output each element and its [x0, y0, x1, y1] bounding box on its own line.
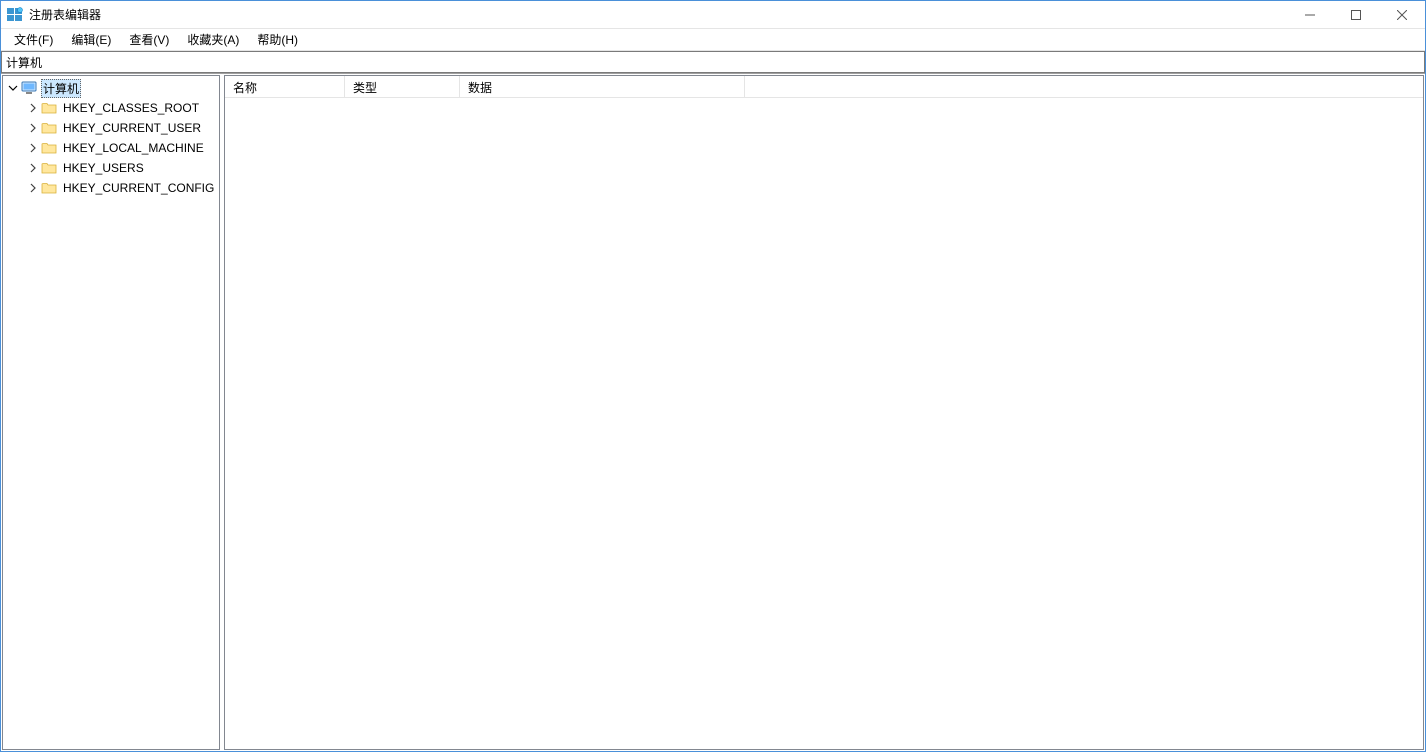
main-area: 计算机 HKEY_CLASSES_ROOT HKEY_CURRENT_USER: [1, 73, 1425, 751]
tree-hive-label: HKEY_USERS: [61, 160, 146, 176]
list-pane: 名称 类型 数据: [224, 75, 1424, 750]
window-title: 注册表编辑器: [29, 6, 101, 23]
menu-edit[interactable]: 编辑(E): [62, 29, 120, 50]
tree-root-computer[interactable]: 计算机: [3, 78, 219, 98]
folder-icon: [41, 141, 57, 155]
tree-hive-hkcc[interactable]: HKEY_CURRENT_CONFIG: [3, 178, 219, 198]
menubar: 文件(F) 编辑(E) 查看(V) 收藏夹(A) 帮助(H): [1, 29, 1425, 51]
maximize-button[interactable]: [1333, 1, 1379, 28]
folder-icon: [41, 181, 57, 195]
tree-pane[interactable]: 计算机 HKEY_CLASSES_ROOT HKEY_CURRENT_USER: [2, 75, 220, 750]
tree-hive-hku[interactable]: HKEY_USERS: [3, 158, 219, 178]
tree-hive-label: HKEY_CLASSES_ROOT: [61, 100, 201, 116]
app-icon: [7, 7, 23, 23]
menu-view[interactable]: 查看(V): [120, 29, 178, 50]
chevron-right-icon[interactable]: [27, 182, 39, 194]
list-header: 名称 类型 数据: [225, 76, 1423, 98]
menu-file[interactable]: 文件(F): [5, 29, 62, 50]
chevron-right-icon[interactable]: [27, 122, 39, 134]
address-bar[interactable]: 计算机: [1, 51, 1425, 73]
column-header-type[interactable]: 类型: [345, 76, 460, 97]
computer-icon: [21, 81, 37, 95]
tree-hive-label: HKEY_CURRENT_CONFIG: [61, 180, 216, 196]
tree-hive-label: HKEY_CURRENT_USER: [61, 120, 203, 136]
window-controls: [1287, 1, 1425, 28]
address-path: 计算机: [6, 54, 42, 71]
titlebar: 注册表编辑器: [1, 1, 1425, 29]
menu-favorites[interactable]: 收藏夹(A): [178, 29, 248, 50]
column-header-data[interactable]: 数据: [460, 76, 745, 97]
folder-icon: [41, 121, 57, 135]
chevron-right-icon[interactable]: [27, 142, 39, 154]
tree-hive-hkcu[interactable]: HKEY_CURRENT_USER: [3, 118, 219, 138]
list-body[interactable]: [225, 98, 1423, 749]
column-header-name[interactable]: 名称: [225, 76, 345, 97]
chevron-right-icon[interactable]: [27, 162, 39, 174]
folder-icon: [41, 161, 57, 175]
minimize-button[interactable]: [1287, 1, 1333, 28]
close-button[interactable]: [1379, 1, 1425, 28]
menu-help[interactable]: 帮助(H): [248, 29, 307, 50]
tree-hive-hkcr[interactable]: HKEY_CLASSES_ROOT: [3, 98, 219, 118]
titlebar-left: 注册表编辑器: [1, 6, 101, 23]
folder-icon: [41, 101, 57, 115]
tree-hive-hklm[interactable]: HKEY_LOCAL_MACHINE: [3, 138, 219, 158]
tree-root-label: 计算机: [41, 79, 81, 98]
chevron-right-icon[interactable]: [27, 102, 39, 114]
tree-hive-label: HKEY_LOCAL_MACHINE: [61, 140, 206, 156]
chevron-down-icon[interactable]: [7, 82, 19, 94]
